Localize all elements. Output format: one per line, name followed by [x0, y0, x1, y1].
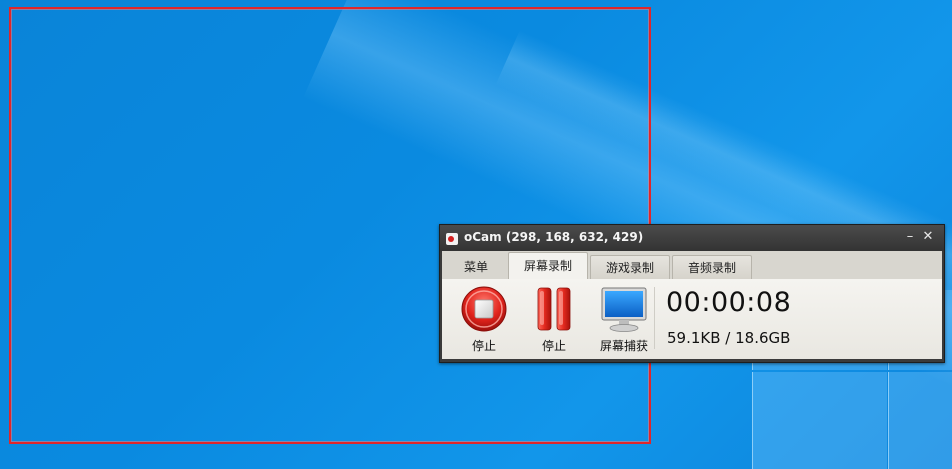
title-bar[interactable]: oCam (298, 168, 632, 429) – ✕	[440, 225, 944, 251]
screenshot-button[interactable]: 屏幕捕获	[593, 283, 655, 353]
tab-audio-record[interactable]: 音频录制	[672, 255, 752, 279]
ocam-window: oCam (298, 168, 632, 429) – ✕ 菜单 屏幕录制 游戏…	[439, 224, 945, 363]
pause-icon	[537, 287, 571, 331]
toolbar-panel: 停止 停止 屏幕捕获 00:00:08 59.1KB / 18.6GB	[442, 279, 942, 359]
recording-timer: 00:00:08	[666, 287, 792, 318]
desktop-background: oCam (298, 168, 632, 429) – ✕ 菜单 屏幕录制 游戏…	[0, 0, 952, 469]
minimize-button[interactable]: –	[902, 229, 918, 245]
tab-game-record[interactable]: 游戏录制	[590, 255, 670, 279]
pause-label: 停止	[541, 339, 566, 353]
monitor-icon	[601, 287, 647, 332]
window-title: oCam (298, 168, 632, 429)	[464, 230, 644, 244]
ocam-app-icon	[446, 233, 458, 245]
stop-record-label: 停止	[471, 339, 496, 353]
tab-screen-record[interactable]: 屏幕录制	[508, 252, 588, 279]
screenshot-label: 屏幕捕获	[599, 339, 648, 353]
pause-button[interactable]: 停止	[523, 283, 585, 353]
file-size-info: 59.1KB / 18.6GB	[667, 329, 791, 347]
toolbar-divider	[654, 287, 655, 349]
stop-record-icon	[461, 286, 507, 332]
wallpaper-logo-pane	[888, 372, 952, 469]
wallpaper-logo-pane	[752, 372, 887, 469]
close-button[interactable]: ✕	[920, 229, 936, 245]
tab-menu[interactable]: 菜单	[450, 255, 502, 279]
stop-record-button[interactable]: 停止	[453, 283, 515, 353]
tab-strip: 菜单 屏幕录制 游戏录制 音频录制	[442, 251, 942, 279]
